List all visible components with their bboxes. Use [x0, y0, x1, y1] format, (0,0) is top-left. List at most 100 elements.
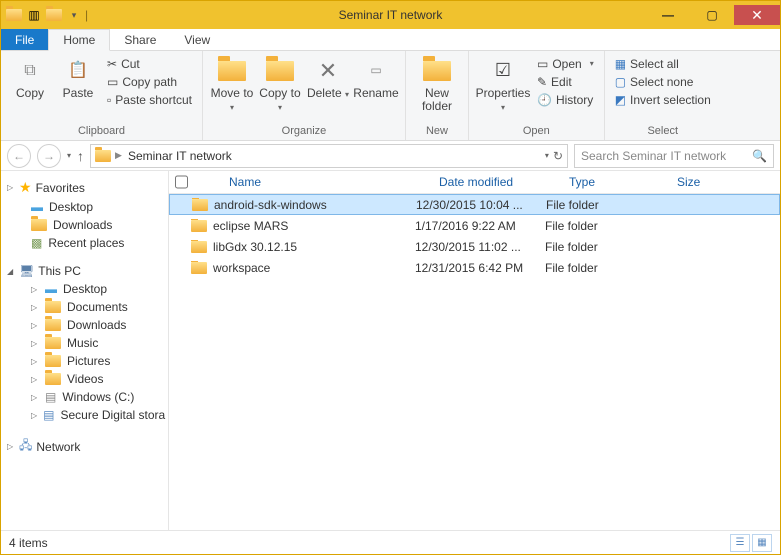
copy-button[interactable]: ⧉Copy	[7, 53, 53, 100]
search-input[interactable]: Search Seminar IT network 🔍	[574, 144, 774, 168]
folder-icon	[191, 262, 207, 274]
folder-icon	[45, 301, 61, 313]
properties-button[interactable]: ☑Properties ▾	[475, 53, 531, 113]
sd-icon: ▤	[43, 408, 54, 422]
tab-view[interactable]: View	[170, 29, 224, 50]
nav-network-header[interactable]: ▷🖧Network	[1, 434, 168, 459]
nav-network: ▷🖧Network	[1, 434, 168, 459]
qat-newfolder-icon[interactable]	[45, 6, 63, 24]
column-date[interactable]: Date modified	[431, 175, 561, 189]
nav-item-pc-downloads[interactable]: ▷Downloads	[1, 316, 168, 334]
folder-icon	[192, 199, 208, 211]
rename-button[interactable]: ▭Rename	[353, 53, 399, 100]
delete-button[interactable]: ✕Delete ▾	[305, 53, 351, 100]
select-none-button[interactable]: ▢Select none	[611, 74, 715, 90]
up-button[interactable]: ↑	[77, 148, 84, 164]
star-icon: ★	[19, 179, 32, 196]
file-name: android-sdk-windows	[214, 198, 327, 212]
open-button[interactable]: ▭Open▾	[533, 56, 598, 72]
app-icon	[5, 6, 23, 24]
nav-item-recent[interactable]: ▩Recent places	[1, 234, 168, 252]
content-area: ▷★Favorites ▬Desktop Downloads ▩Recent p…	[1, 171, 780, 530]
cut-button[interactable]: ✂Cut	[103, 56, 196, 72]
nav-item-pc-desktop[interactable]: ▷▬Desktop	[1, 280, 168, 298]
file-type: File folder	[537, 261, 645, 275]
window-controls: — ▢ ✕	[646, 5, 780, 25]
table-row[interactable]: libGdx 30.12.1512/30/2015 11:02 ...File …	[169, 236, 780, 257]
ribbon: ⧉Copy 📋Paste ✂Cut ▭Copy path ▫Paste shor…	[1, 51, 780, 141]
file-type: File folder	[537, 219, 645, 233]
selectnone-icon: ▢	[615, 75, 626, 89]
file-date: 12/30/2015 10:04 ...	[408, 198, 538, 212]
file-date: 1/17/2016 9:22 AM	[407, 219, 537, 233]
folder-icon	[45, 319, 61, 331]
minimize-button[interactable]: —	[646, 5, 690, 25]
back-button[interactable]: ←	[7, 144, 31, 168]
maximize-button[interactable]: ▢	[690, 5, 734, 25]
copypath-icon: ▭	[107, 75, 118, 89]
table-row[interactable]: android-sdk-windows12/30/2015 10:04 ...F…	[169, 194, 780, 215]
quick-access-toolbar: ▥ ▾ |	[1, 6, 92, 24]
nav-item-documents[interactable]: ▷Documents	[1, 298, 168, 316]
recent-locations-button[interactable]: ▾	[67, 151, 71, 160]
table-row[interactable]: eclipse MARS 1/17/2016 9:22 AMFile folder	[169, 215, 780, 236]
folder-icon	[45, 373, 61, 385]
tab-share[interactable]: Share	[110, 29, 170, 50]
history-button[interactable]: 🕘History	[533, 92, 598, 108]
nav-item-pictures[interactable]: ▷Pictures	[1, 352, 168, 370]
qat-properties-icon[interactable]: ▥	[25, 6, 43, 24]
icons-view-button[interactable]: ▦	[752, 534, 772, 552]
nav-item-desktop[interactable]: ▬Desktop	[1, 198, 168, 216]
copy-to-button[interactable]: Copy to ▾	[257, 53, 303, 113]
select-all-button[interactable]: ▦Select all	[611, 56, 715, 72]
group-label-select: Select	[611, 125, 715, 138]
table-row[interactable]: workspace12/31/2015 6:42 PMFile folder	[169, 257, 780, 278]
breadcrumb-box[interactable]: ▶ Seminar IT network ▾ ↻	[90, 144, 568, 168]
chevron-right-icon[interactable]: ▶	[115, 150, 122, 161]
search-icon[interactable]: 🔍	[752, 149, 767, 163]
new-folder-button[interactable]: New folder	[412, 53, 462, 113]
open-icon: ▭	[537, 57, 548, 71]
file-list: Name Date modified Type Size android-sdk…	[169, 171, 780, 530]
copy-path-button[interactable]: ▭Copy path	[103, 74, 196, 90]
details-view-button[interactable]: ☰	[730, 534, 750, 552]
move-to-button[interactable]: Move to ▾	[209, 53, 255, 113]
breadcrumb[interactable]: Seminar IT network	[126, 149, 234, 163]
edit-button[interactable]: ✎Edit	[533, 74, 598, 90]
group-organize: Move to ▾ Copy to ▾ ✕Delete ▾ ▭Rename Or…	[203, 51, 406, 140]
group-open: ☑Properties ▾ ▭Open▾ ✎Edit 🕘History Open	[469, 51, 605, 140]
tab-file[interactable]: File	[1, 29, 48, 50]
qat-dropdown-icon[interactable]: ▾	[65, 6, 83, 24]
column-size[interactable]: Size	[669, 175, 780, 189]
pc-icon: 🖥	[19, 264, 34, 278]
address-bar: ← → ▾ ↑ ▶ Seminar IT network ▾ ↻ Search …	[1, 141, 780, 171]
ribbon-tabs: File Home Share View ˄ ?	[1, 29, 780, 51]
nav-item-sd[interactable]: ▷▤Secure Digital stora	[1, 406, 168, 424]
address-dropdown-icon[interactable]: ▾	[545, 151, 549, 160]
paste-button[interactable]: 📋Paste	[55, 53, 101, 100]
invert-selection-button[interactable]: ◩Invert selection	[611, 92, 715, 108]
nav-item-windows-c[interactable]: ▷▤Windows (C:)	[1, 388, 168, 406]
status-text: 4 items	[9, 536, 48, 550]
column-name[interactable]: Name	[193, 175, 431, 189]
group-new: New folder New	[406, 51, 469, 140]
column-type[interactable]: Type	[561, 175, 669, 189]
navigation-pane[interactable]: ▷★Favorites ▬Desktop Downloads ▩Recent p…	[1, 171, 169, 530]
group-label-open: Open	[475, 125, 598, 138]
tab-home[interactable]: Home	[48, 29, 110, 51]
nav-thispc-header[interactable]: ◢🖥This PC	[1, 262, 168, 280]
title-bar: ▥ ▾ | Seminar IT network — ▢ ✕	[1, 1, 780, 29]
forward-button[interactable]: →	[37, 144, 61, 168]
drive-icon: ▤	[45, 390, 56, 404]
select-all-checkbox[interactable]	[169, 175, 193, 189]
desktop-icon: ▬	[31, 200, 43, 214]
nav-item-videos[interactable]: ▷Videos	[1, 370, 168, 388]
close-button[interactable]: ✕	[734, 5, 780, 25]
nav-item-downloads[interactable]: Downloads	[1, 216, 168, 234]
refresh-button[interactable]: ↻	[553, 149, 563, 163]
folder-icon	[191, 220, 207, 232]
nav-favorites-header[interactable]: ▷★Favorites	[1, 177, 168, 198]
file-name: eclipse MARS	[213, 219, 288, 233]
paste-shortcut-button[interactable]: ▫Paste shortcut	[103, 92, 196, 108]
nav-item-music[interactable]: ▷Music	[1, 334, 168, 352]
